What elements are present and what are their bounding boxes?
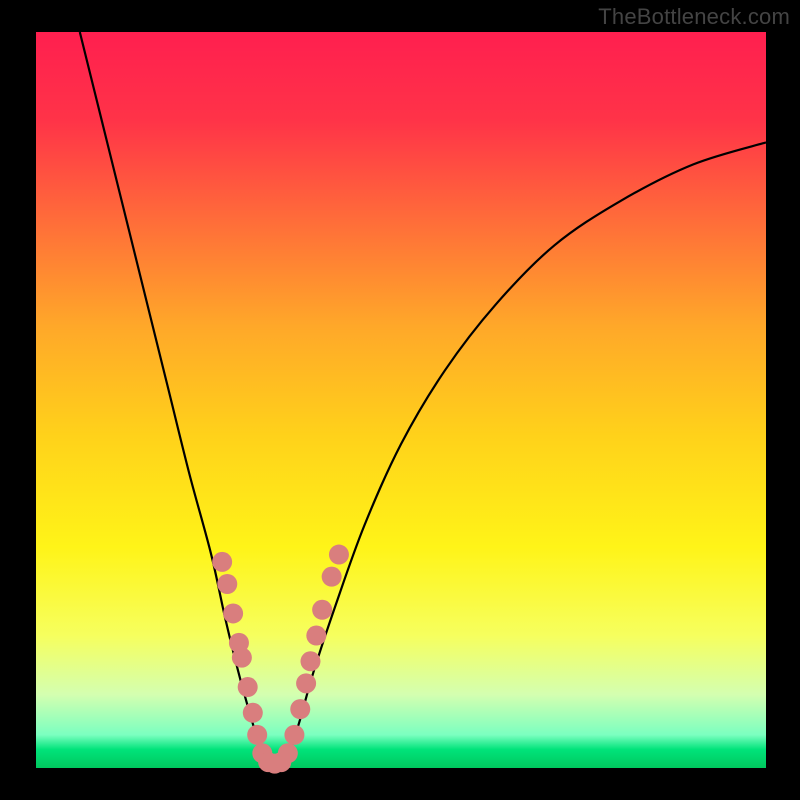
marker-point xyxy=(223,603,243,623)
marker-point xyxy=(284,725,304,745)
plot-area xyxy=(36,32,766,768)
bottleneck-chart xyxy=(0,0,800,800)
marker-point xyxy=(217,574,237,594)
marker-point xyxy=(322,567,342,587)
marker-point xyxy=(296,673,316,693)
marker-point xyxy=(329,545,349,565)
marker-point xyxy=(306,626,326,646)
chart-container: TheBottleneck.com xyxy=(0,0,800,800)
marker-point xyxy=(300,651,320,671)
watermark-text: TheBottleneck.com xyxy=(598,4,790,30)
marker-point xyxy=(278,743,298,763)
marker-point xyxy=(312,600,332,620)
marker-point xyxy=(290,699,310,719)
marker-point xyxy=(232,648,252,668)
marker-point xyxy=(238,677,258,697)
marker-point xyxy=(243,703,263,723)
marker-point xyxy=(247,725,267,745)
marker-point xyxy=(212,552,232,572)
